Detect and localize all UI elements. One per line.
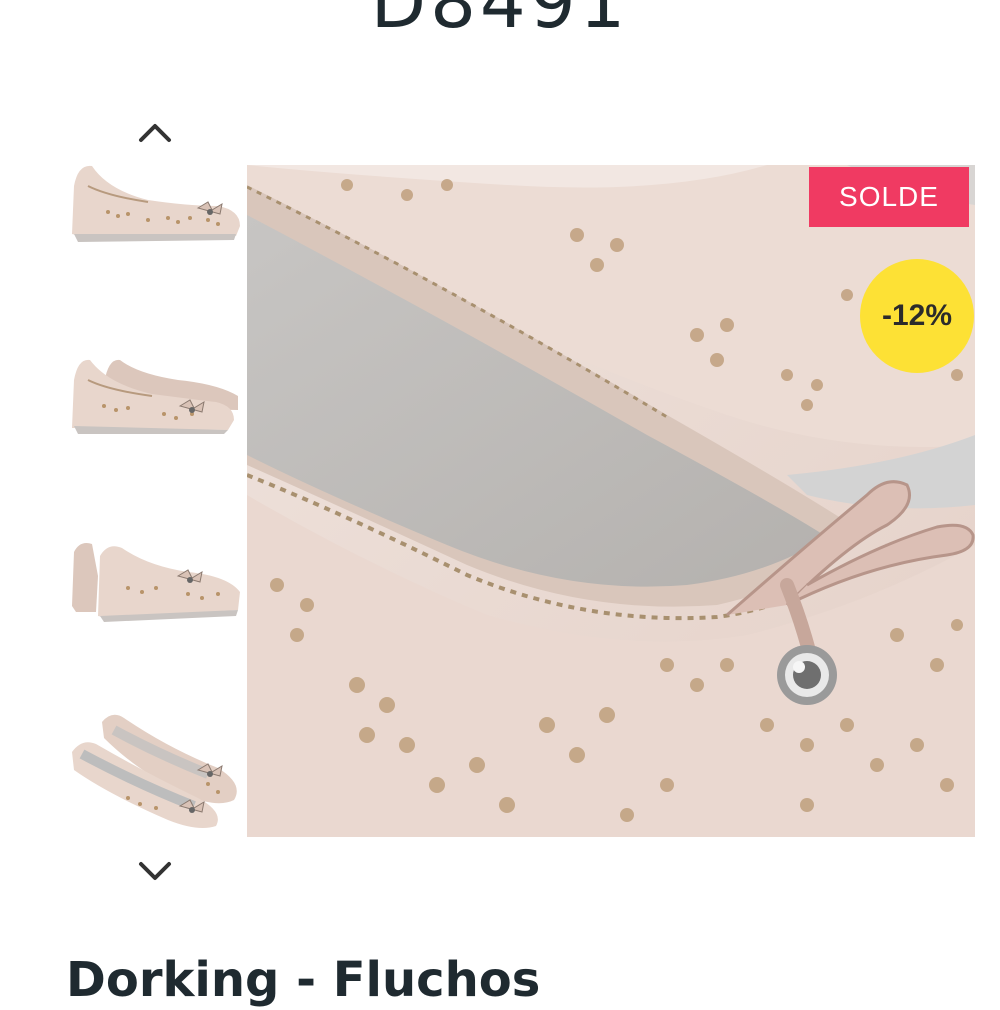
product-name: Dorking - Fluchos: [66, 952, 541, 1008]
gallery-next-button[interactable]: [130, 854, 180, 890]
main-product-image[interactable]: [247, 165, 975, 837]
gallery-thumbnail[interactable]: [68, 344, 244, 436]
gallery-thumbnail[interactable]: [68, 536, 244, 628]
chevron-up-icon: [139, 124, 171, 142]
shoe-thumbnail-image: [72, 359, 238, 434]
shoe-thumbnail-image: [72, 714, 237, 828]
shoe-closeup-image: [247, 165, 975, 837]
gallery-thumbnail[interactable]: [68, 156, 244, 248]
shoe-thumbnail-image: [72, 165, 240, 242]
product-reference: D8491: [370, 0, 630, 44]
sale-badge: SOLDE: [809, 167, 969, 227]
discount-badge: -12%: [860, 259, 974, 373]
gallery-previous-button[interactable]: [130, 114, 180, 150]
gallery-thumbnail[interactable]: [68, 708, 244, 832]
shoe-thumbnail-image: [72, 543, 240, 622]
chevron-down-icon: [139, 862, 171, 880]
